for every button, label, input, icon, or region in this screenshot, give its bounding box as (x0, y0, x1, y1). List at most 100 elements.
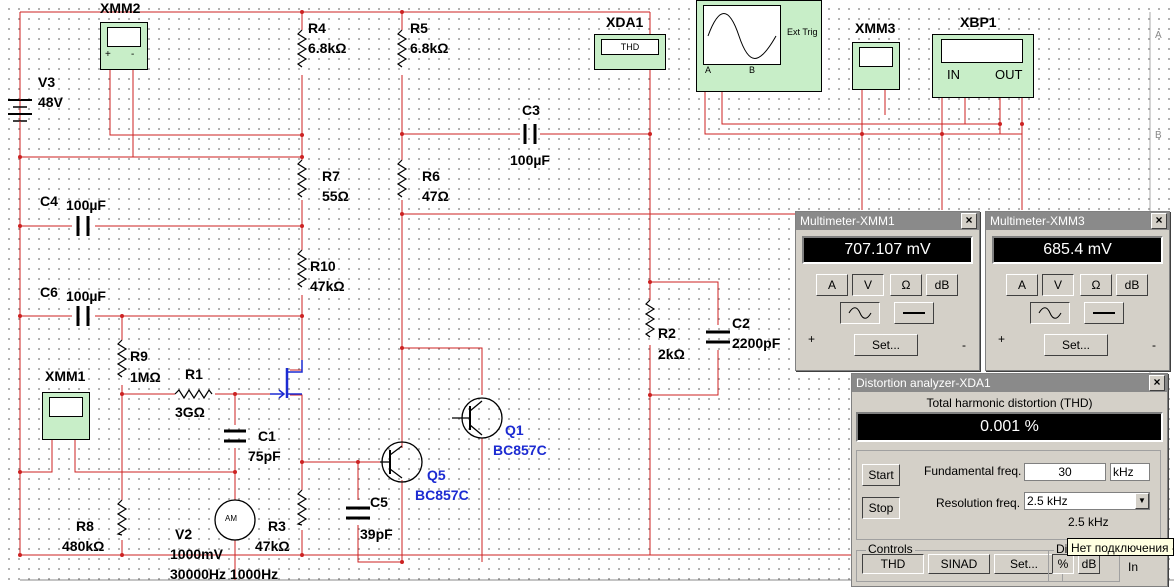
multimeter-xmm1-window[interactable]: Multimeter-XMM1 × 707.107 mV A V Ω dB Se… (795, 211, 980, 371)
v3-ref: V3 (38, 74, 56, 90)
sinad-mode-button[interactable]: SINAD (928, 554, 990, 574)
r5-symbol (396, 29, 408, 68)
xmm1-minus-terminal: - (962, 338, 966, 352)
xmm3-dc-button[interactable] (1084, 302, 1124, 324)
distortion-analyzer-title: Distortion analyzer-XDA1 (856, 376, 991, 390)
r10-symbol (296, 249, 308, 288)
xmm3-instrument[interactable] (852, 42, 900, 90)
multimeter-xmm1-titlebar[interactable]: Multimeter-XMM1 × (796, 212, 979, 230)
xda1-ref: XDA1 (606, 14, 644, 30)
close-icon[interactable]: × (1151, 213, 1167, 229)
xmm3-ac-button[interactable] (1030, 302, 1070, 324)
c1-value: 75pF (248, 448, 281, 464)
r3-ref: R3 (268, 518, 286, 534)
percent-button[interactable]: % (1052, 554, 1074, 574)
thd-heading: Total harmonic distortion (THD) (926, 396, 1093, 410)
c5-symbol (346, 506, 370, 520)
resolution-freq-readout: 2.5 kHz (1068, 515, 1109, 529)
r2-ref: R2 (658, 325, 676, 341)
c6-symbol (76, 306, 90, 326)
bode-plot-icon (941, 39, 1023, 63)
jfet-symbol (270, 360, 303, 399)
c4-symbol (76, 216, 90, 236)
v2-ref: V2 (175, 526, 193, 542)
meter-face-icon (49, 397, 83, 417)
xmm1-set-button[interactable]: Set... (854, 334, 918, 356)
xmm3-mode-ohm-button[interactable]: Ω (1080, 274, 1112, 296)
c6-ref: C6 (40, 284, 58, 300)
xmm3-set-button[interactable]: Set... (1044, 334, 1108, 356)
close-icon[interactable]: × (961, 213, 977, 229)
xbp1-instrument[interactable]: IN OUT (932, 34, 1034, 98)
xmm1-dc-button[interactable] (894, 302, 934, 324)
xmm1-instrument[interactable] (42, 392, 90, 440)
ruler-a: A (1155, 30, 1162, 41)
dc-line-icon (1093, 312, 1115, 314)
db-button[interactable]: dB (1078, 554, 1100, 574)
q1-ref: Q1 (505, 422, 524, 438)
thd-mode-button[interactable]: THD (862, 554, 924, 574)
xbp1-in: IN (947, 67, 960, 82)
fundamental-unit-select[interactable]: kHz (1110, 463, 1150, 481)
c1-ref: C1 (258, 428, 276, 444)
fundamental-freq-input[interactable]: 30 (1024, 463, 1106, 481)
xmm2-minus: - (131, 49, 135, 60)
xmm1-mode-a-button[interactable]: A (816, 274, 848, 296)
xmm1-ac-button[interactable] (840, 302, 880, 324)
xmm1-plus-terminal: + (808, 332, 816, 346)
start-button[interactable]: Start (862, 464, 900, 486)
multimeter-xmm3-titlebar[interactable]: Multimeter-XMM3 × (986, 212, 1169, 230)
r4-symbol (296, 29, 308, 68)
thd-reading: 0.001 % (856, 412, 1163, 442)
multimeter-xmm3-window[interactable]: Multimeter-XMM3 × 685.4 mV A V Ω dB Set.… (985, 211, 1170, 371)
c4-ref: C4 (40, 193, 58, 209)
c3-symbol (523, 124, 537, 144)
controls-set-button[interactable]: Set... (994, 554, 1054, 574)
r4-value: 6.8kΩ (308, 40, 347, 56)
v2-freq: 30000Hz 1000Hz (170, 566, 279, 582)
resolution-freq-select[interactable]: 2.5 kHz ▼ (1024, 492, 1150, 510)
fundamental-freq-label: Fundamental freq. (924, 464, 1022, 478)
r8-ref: R8 (76, 518, 94, 534)
close-icon[interactable]: × (1149, 375, 1165, 391)
xmm3-mode-db-button[interactable]: dB (1116, 274, 1148, 296)
xmm2-instrument[interactable]: + - (100, 22, 148, 70)
chevron-down-icon[interactable]: ▼ (1135, 493, 1149, 509)
c4-value: 100µF (66, 197, 106, 213)
ext-trig-label: Ext Trig (787, 27, 818, 37)
r5-ref: R5 (410, 20, 428, 36)
xmm1-mode-ohm-button[interactable]: Ω (890, 274, 922, 296)
xmm3-ref: XMM3 (855, 20, 896, 36)
c2-symbol (706, 330, 730, 344)
r1-symbol (174, 388, 213, 400)
r6-symbol (396, 159, 408, 198)
r3-symbol (296, 489, 308, 526)
resolution-freq-value: 2.5 kHz (1027, 494, 1068, 508)
c6-value: 100µF (66, 288, 106, 304)
r8-value: 480kΩ (62, 538, 105, 554)
r7-symbol (296, 159, 308, 198)
xmm3-mode-a-button[interactable]: A (1006, 274, 1038, 296)
xmm1-ref: XMM1 (45, 368, 86, 384)
c2-value: 2200pF (732, 335, 781, 351)
r9-ref: R9 (130, 348, 148, 364)
xmm1-mode-db-button[interactable]: dB (926, 274, 958, 296)
scope-screen-icon (703, 5, 781, 65)
am-source-symbol-label: AM (225, 514, 237, 523)
c3-value: 100µF (510, 152, 550, 168)
v3-value: 48V (38, 94, 63, 110)
oscilloscope-instrument[interactable]: Ext Trig A B (696, 0, 822, 92)
distortion-analyzer-titlebar[interactable]: Distortion analyzer-XDA1 × (852, 374, 1167, 392)
c5-value: 39pF (360, 526, 393, 542)
stop-button[interactable]: Stop (862, 497, 900, 519)
xmm2-ref: XMM2 (100, 0, 141, 16)
multimeter-xmm3-reading: 685.4 mV (992, 236, 1163, 264)
xmm3-mode-v-button[interactable]: V (1042, 274, 1074, 296)
r3-value: 47kΩ (255, 538, 290, 554)
xmm1-mode-v-button[interactable]: V (852, 274, 884, 296)
tooltip: Нет подключения - (1067, 538, 1174, 556)
battery-v3-symbol (8, 12, 32, 157)
r7-ref: R7 (322, 168, 340, 184)
r1-value: 3GΩ (175, 404, 205, 420)
xda1-instrument[interactable]: THD (594, 34, 666, 70)
